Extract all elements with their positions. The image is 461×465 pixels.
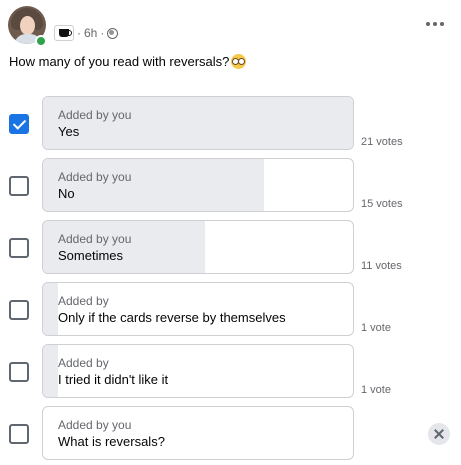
coffee-cup-icon[interactable] (54, 25, 74, 41)
post-question: How many of you read with reversals? (9, 54, 230, 69)
option-label: Yes (58, 124, 80, 139)
added-by-text: Added by (58, 356, 109, 370)
online-status-dot (35, 35, 47, 47)
vote-share-bar (43, 159, 265, 211)
option-checkbox[interactable] (9, 238, 29, 258)
poll-option: Added by you Yes 21 votes (0, 96, 461, 150)
option-box[interactable]: Added by you Yes (42, 96, 354, 150)
poll-option: Added by Only if the cards reverse by th… (0, 282, 461, 336)
added-by-text: Added by (58, 294, 109, 308)
option-checkbox[interactable] (9, 424, 29, 444)
added-by-text: Added by you (58, 232, 132, 246)
more-options-button[interactable] (423, 16, 447, 32)
option-checkbox[interactable] (9, 300, 29, 320)
option-label: No (58, 186, 75, 201)
vote-share-bar (43, 221, 206, 273)
vote-count[interactable]: 15 votes (361, 198, 403, 210)
added-by-text: Added by you (58, 170, 132, 184)
option-label: What is reversals? (58, 434, 165, 449)
nerd-face-emoji-icon (231, 54, 247, 69)
option-checkbox[interactable] (9, 362, 29, 382)
audience-icon (107, 27, 119, 39)
option-checkbox[interactable] (9, 114, 29, 134)
post-header: · 6h · (8, 6, 453, 47)
separator-dot: · (100, 26, 105, 40)
option-label: Only if the cards reverse by themselves (58, 310, 286, 325)
vote-count[interactable]: 11 votes (361, 260, 402, 272)
poll-option: Added by you No 15 votes (0, 158, 461, 212)
vote-share-bar (43, 283, 58, 335)
option-box[interactable]: Added by you Sometimes (42, 220, 354, 274)
option-box[interactable]: Added by I tried it didn't like it (42, 344, 354, 398)
option-box[interactable]: Added by Only if the cards reverse by th… (42, 282, 354, 336)
vote-count[interactable]: 21 votes (361, 136, 403, 148)
added-by-text: Added by you (58, 418, 132, 432)
separator-dot: · (77, 26, 81, 40)
post-meta: · 6h · (54, 25, 119, 41)
poll-option: Added by I tried it didn't like it 1 vot… (0, 344, 461, 398)
option-box[interactable]: Added by you What is reversals? (42, 406, 354, 460)
vote-share-bar (43, 345, 58, 397)
vote-count[interactable]: 1 vote (361, 322, 391, 334)
option-label: Sometimes (58, 248, 124, 263)
post-text: How many of you read with reversals? (9, 54, 247, 69)
option-label: I tried it didn't like it (58, 372, 169, 387)
remove-option-close-icon[interactable] (428, 423, 450, 445)
poll-option: Added by you Sometimes 11 votes (0, 220, 461, 274)
option-checkbox[interactable] (9, 176, 29, 196)
poll-option: Added by you What is reversals? (0, 406, 461, 460)
option-box[interactable]: Added by you No (42, 158, 354, 212)
added-by-text: Added by you (58, 108, 132, 122)
vote-share-bar (43, 97, 353, 149)
vote-count[interactable]: 1 vote (361, 384, 391, 396)
post-time[interactable]: 6h (84, 26, 97, 40)
